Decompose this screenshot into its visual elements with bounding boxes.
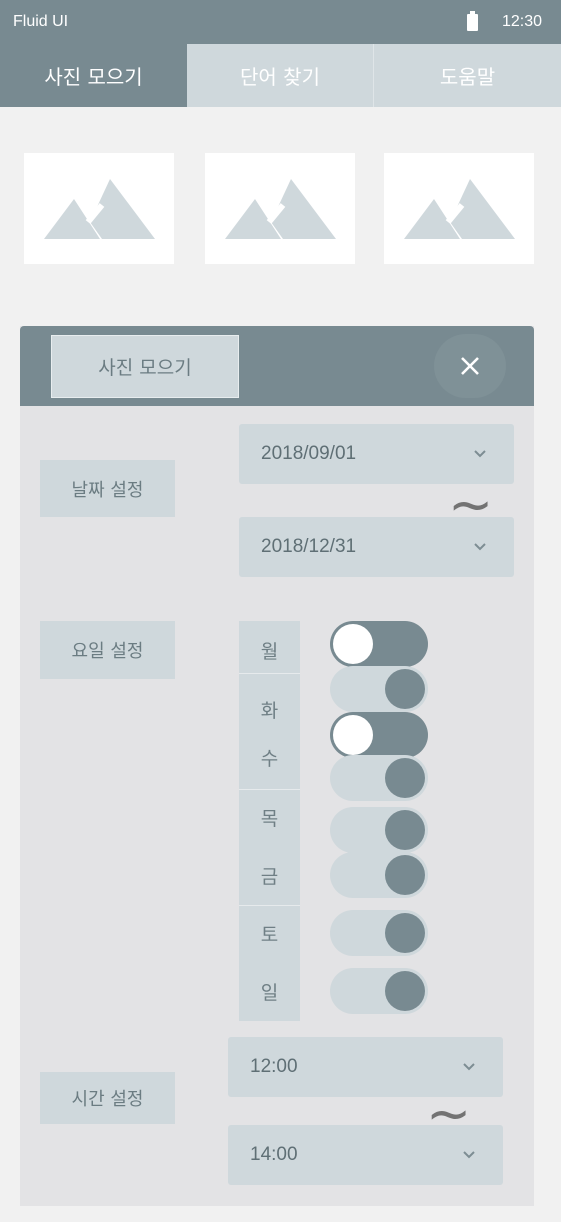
chevron-down-icon: [463, 1151, 475, 1159]
app-title: Fluid UI: [13, 13, 69, 30]
toggle-knob: [333, 715, 373, 755]
chevron-down-icon: [474, 543, 486, 551]
image-placeholder-icon: [44, 179, 155, 239]
weekday-column: 월 화 수 목 금 토 일: [239, 621, 300, 1021]
toggle-friday[interactable]: [330, 807, 428, 853]
toggle-knob: [385, 669, 425, 709]
weekday-label-mon: 월: [260, 641, 279, 663]
toggle-monday[interactable]: [330, 621, 428, 667]
toggle-thursday[interactable]: [330, 755, 428, 801]
weekday-label-fri: 금: [260, 866, 279, 888]
photo-thumbnail[interactable]: [205, 153, 355, 264]
weekday-label-wed: 수: [260, 748, 279, 770]
panel-title: 사진 모으기: [51, 335, 239, 398]
tab-bar: 사진 모으기 단어 찾기 도움말: [0, 44, 561, 107]
date-from-value: 2018/09/01: [261, 443, 357, 464]
weekday-label-thu: 목: [260, 808, 279, 830]
weekday-setting-label: 요일 설정: [40, 621, 175, 679]
weekday-label-sun: 일: [260, 982, 279, 1004]
image-placeholder-icon: [225, 179, 336, 239]
date-to-value: 2018/12/31: [261, 536, 357, 557]
toggle-sunday[interactable]: [330, 910, 428, 956]
toggle-wednesday[interactable]: [330, 712, 428, 758]
close-button[interactable]: [434, 334, 506, 398]
date-setting-label: 날짜 설정: [40, 460, 175, 517]
battery-icon: [467, 11, 478, 31]
photo-thumbnail[interactable]: [384, 153, 534, 264]
status-bar: Fluid UI 12:30: [0, 0, 561, 44]
toggle-knob: [385, 855, 425, 895]
chevron-down-icon: [474, 450, 486, 458]
time-to-value: 14:00: [250, 1144, 298, 1165]
weekday-label-tue: 화: [260, 700, 279, 722]
tab-photo-collect[interactable]: 사진 모으기: [0, 44, 187, 107]
weekday-label-sat: 토: [260, 924, 279, 946]
toggle-tuesday[interactable]: [330, 666, 428, 712]
time-to-dropdown[interactable]: 14:00: [228, 1125, 503, 1185]
close-icon: [461, 357, 479, 375]
tab-help[interactable]: 도움말: [374, 44, 561, 107]
toggle-saturday[interactable]: [330, 852, 428, 898]
image-placeholder-icon: [404, 179, 515, 239]
toggle-knob: [385, 758, 425, 798]
time-from-value: 12:00: [250, 1056, 298, 1077]
date-to-dropdown[interactable]: 2018/12/31: [239, 517, 514, 577]
toggle-knob: [385, 971, 425, 1011]
time-setting-label: 시간 설정: [40, 1072, 175, 1124]
toggle-extra[interactable]: [330, 968, 428, 1014]
toggle-knob: [385, 810, 425, 850]
toggle-knob: [385, 913, 425, 953]
status-time: 12:30: [502, 13, 543, 30]
photo-thumbnail[interactable]: [24, 153, 174, 264]
chevron-down-icon: [463, 1063, 475, 1071]
tab-word-search[interactable]: 단어 찾기: [187, 44, 374, 107]
toggle-knob: [333, 624, 373, 664]
